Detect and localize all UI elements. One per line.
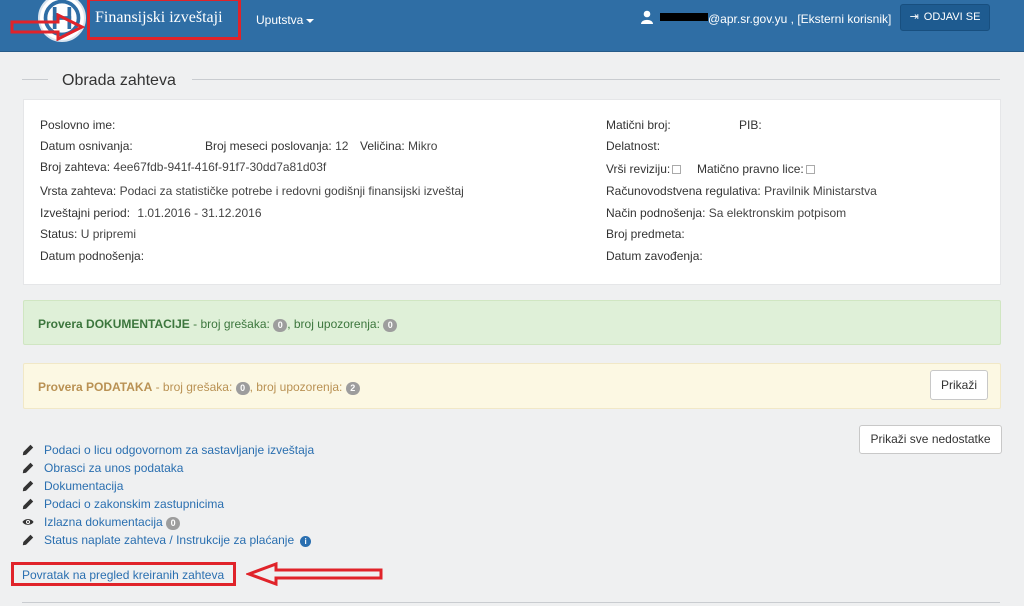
annotation-highlight-box	[87, 0, 241, 40]
alert-title: Provera DOKUMENTACIJE	[38, 317, 190, 331]
field-label: Datum osnivanja:	[40, 139, 133, 153]
link-responsible-person[interactable]: Podaci o licu odgovornom za sastavljanje…	[44, 443, 314, 457]
logout-icon: ⇥	[909, 11, 919, 23]
user-icon	[641, 10, 653, 24]
field-nacin-podnosenja: Način podnošenja: Sa elektronskim potpis…	[606, 206, 846, 220]
field-label: Status:	[40, 227, 78, 241]
field-value: 1.01.2016 - 31.12.2016	[137, 206, 262, 220]
alert-warnings-label: , broj upozorenja:	[287, 317, 380, 331]
field-label: Računovodstvena regulativa:	[606, 184, 761, 198]
pencil-icon	[22, 480, 36, 492]
field-label: Delatnost:	[606, 139, 661, 153]
user-account-text: @apr.sr.gov.yu , [Eksterni korisnik]	[708, 12, 892, 26]
field-broj-meseci: Broj meseci poslovanja: 12	[205, 139, 348, 153]
field-datum-podnosenja: Datum podnošenja:	[40, 249, 144, 263]
section-divider	[192, 79, 1000, 80]
field-datum-zavodjenja: Datum zavođenja:	[606, 249, 703, 263]
section-divider	[22, 602, 1000, 603]
field-label: Datum podnošenja:	[40, 249, 145, 263]
logout-label: ODJAVI SE	[923, 11, 981, 23]
field-value: U pripremi	[80, 227, 137, 241]
field-maticni-broj: Matični broj:	[606, 118, 671, 132]
data-check-text: Provera PODATAKA - broj grešaka: 0, broj…	[38, 380, 360, 395]
uputstva-menu[interactable]: Uputstva	[256, 13, 315, 27]
field-value: Sa elektronskim potpisom	[708, 206, 847, 220]
field-label: Veličina:	[360, 139, 405, 153]
uputstva-menu-label: Uputstva	[256, 13, 304, 27]
field-vrsi-reviziju: Vrši reviziju:	[606, 162, 682, 176]
errors-count-badge: 0	[235, 382, 250, 395]
info-icon[interactable]: i	[300, 536, 312, 547]
pencil-icon	[22, 444, 36, 456]
documentation-check-text: Provera DOKUMENTACIJE - broj grešaka: 0,…	[38, 317, 398, 332]
field-label: Broj zahteva:	[40, 160, 111, 174]
field-value: Pravilnik Ministarstva	[764, 184, 877, 198]
warnings-count-badge: 0	[383, 319, 398, 332]
link-label: Izlazna dokumentacija	[44, 515, 163, 529]
caret-down-icon	[306, 18, 315, 23]
field-vrsta-zahteva: Vrsta zahteva: Podaci za statističke pot…	[40, 184, 464, 198]
logout-button[interactable]: ⇥ ODJAVI SE	[900, 4, 990, 31]
warnings-count-badge: 2	[345, 382, 360, 395]
vrsi-reviziju-checkbox[interactable]	[672, 165, 682, 174]
field-velicina: Veličina: Mikro	[360, 139, 437, 153]
field-izvestajni-period: Izveštajni period: 1.01.2016 - 31.12.201…	[40, 206, 262, 220]
pencil-icon	[22, 498, 36, 510]
field-label: Broj predmeta:	[606, 227, 685, 241]
field-datum-osnivanja: Datum osnivanja:	[40, 139, 133, 153]
maticno-pravno-lice-checkbox[interactable]	[805, 165, 815, 174]
field-label: Vrsta zahteva:	[40, 184, 117, 198]
alert-errors-label: - broj grešaka:	[152, 380, 233, 394]
field-racunovodstvena-regulativa: Računovodstvena regulativa: Pravilnik Mi…	[606, 184, 877, 198]
field-maticno-pravno-lice: Matično pravno lice:	[697, 162, 815, 176]
alert-title: Provera PODATAKA	[38, 380, 153, 394]
field-poslovno-ime: Poslovno ime:	[40, 118, 115, 132]
request-info-panel: Poslovno ime: Datum osnivanja: Broj mese…	[23, 99, 1001, 285]
back-to-requests-link[interactable]: Povratak na pregled kreiranih zahteva	[22, 568, 224, 582]
field-label: Izveštajni period:	[40, 206, 131, 220]
section-divider	[22, 79, 48, 80]
field-label: Način podnošenja:	[606, 206, 706, 220]
eye-icon	[22, 516, 36, 528]
field-label: PIB:	[739, 118, 762, 132]
field-value: 4ee67fdb-941f-416f-91f7-30dd7a81d03f	[113, 160, 327, 174]
field-pib: PIB:	[739, 118, 762, 132]
pencil-icon	[22, 462, 36, 474]
redacted-username	[660, 13, 708, 21]
page-title: Obrada zahteva	[62, 72, 176, 89]
annotation-arrow-icon	[246, 562, 383, 586]
show-all-deficiencies-button[interactable]: Prikaži sve nedostatke	[859, 425, 1002, 454]
link-documentation[interactable]: Dokumentacija	[44, 479, 123, 493]
field-label: Broj meseci poslovanja:	[205, 139, 332, 153]
alert-warnings-label: , broj upozorenja:	[249, 380, 343, 394]
field-label: Matično pravno lice:	[697, 162, 804, 176]
field-status: Status: U pripremi	[40, 227, 136, 241]
link-output-documentation[interactable]: Izlazna dokumentacija 0	[44, 515, 181, 530]
show-data-errors-button[interactable]: Prikaži	[930, 370, 988, 400]
pencil-icon	[22, 534, 36, 546]
documentation-check-alert: Provera DOKUMENTACIJE - broj grešaka: 0,…	[23, 300, 1001, 345]
field-broj-predmeta: Broj predmeta:	[606, 227, 685, 241]
field-value: Mikro	[408, 139, 438, 153]
field-label: Datum zavođenja:	[606, 249, 703, 263]
field-broj-zahteva: Broj zahteva: 4ee67fdb-941f-416f-91f7-30…	[40, 160, 326, 174]
field-label: Matični broj:	[606, 118, 671, 132]
link-data-entry-forms[interactable]: Obrasci za unos podataka	[44, 461, 183, 475]
annotation-arrow-icon	[10, 13, 86, 41]
field-value: 12	[335, 139, 349, 153]
data-check-alert: Provera PODATAKA - broj grešaka: 0, broj…	[23, 363, 1001, 409]
field-value: Podaci za statističke potrebe i redovni …	[119, 184, 464, 198]
field-label: Vrši reviziju:	[606, 162, 671, 176]
alert-errors-label: - broj grešaka:	[189, 317, 270, 331]
link-label: Status naplate zahteva / Instrukcije za …	[44, 533, 295, 547]
field-label: Poslovno ime:	[40, 118, 116, 132]
link-legal-representatives[interactable]: Podaci o zakonskim zastupnicima	[44, 497, 224, 511]
field-delatnost: Delatnost:	[606, 139, 660, 153]
link-payment-status[interactable]: Status naplate zahteva / Instrukcije za …	[44, 533, 312, 547]
output-docs-count-badge: 0	[166, 517, 181, 530]
errors-count-badge: 0	[273, 319, 288, 332]
